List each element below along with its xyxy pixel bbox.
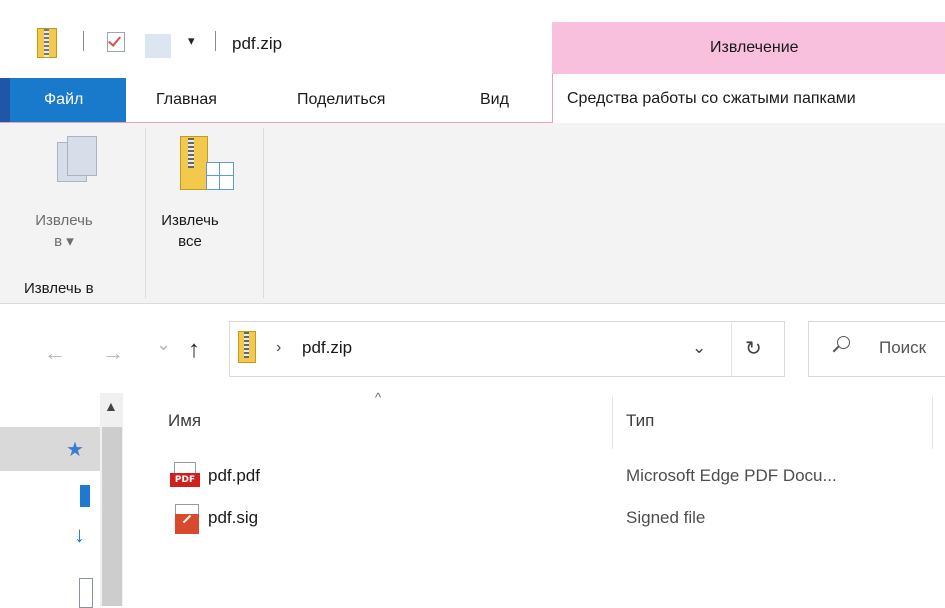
tab-home[interactable]: Главная <box>156 91 217 109</box>
star-icon: ★ <box>66 439 84 461</box>
zip-folder-icon <box>238 331 256 363</box>
scroll-up-arrow-icon[interactable]: ▲ <box>104 398 118 414</box>
search-box[interactable]: Поиск <box>808 321 945 377</box>
file-type-pdf: Microsoft Edge PDF Docu... <box>626 466 837 485</box>
ribbon-separator <box>263 128 264 298</box>
contextual-tab-header: Извлечение <box>552 22 945 74</box>
tab-view[interactable]: Вид <box>480 91 509 109</box>
file-name-sig[interactable]: pdf.sig <box>208 508 258 528</box>
downloads-icon[interactable]: ↓ <box>74 522 85 548</box>
ribbon-separator <box>145 128 146 298</box>
column-header-type[interactable]: Тип <box>626 411 654 431</box>
contextual-tab-header-label: Извлечение <box>710 39 799 56</box>
column-separator[interactable] <box>612 397 613 449</box>
extract-all-label-1: Извлечь <box>161 212 219 229</box>
breadcrumb-pdf-zip[interactable]: pdf.zip <box>302 338 352 358</box>
pdf-icon-label: PDF <box>170 473 200 487</box>
ribbon-panel <box>0 123 945 304</box>
extract-all-button[interactable]: Извлечь все <box>155 210 225 252</box>
sort-indicator-icon: ^ <box>375 390 382 405</box>
title-separator <box>215 31 216 51</box>
up-button[interactable]: ↑ <box>188 336 200 364</box>
recent-locations-button[interactable]: ⌄ <box>156 334 171 355</box>
column-header-name[interactable]: Имя <box>168 411 201 431</box>
extract-to-label-1: Извлечь <box>35 212 93 229</box>
extract-all-icon <box>180 136 236 192</box>
extract-to-label-2: в ▾ <box>54 233 74 250</box>
tab-share[interactable]: Поделиться <box>297 91 385 109</box>
window-title: pdf.zip <box>232 34 283 53</box>
extract-to-icon <box>57 136 99 188</box>
pdf-file-icon: PDF <box>170 462 200 489</box>
qat-separator <box>83 31 84 51</box>
tab-file[interactable]: Файл <box>10 78 126 122</box>
search-input[interactable]: Поиск <box>879 338 926 358</box>
file-type-sig: Signed file <box>626 508 706 527</box>
signed-file-icon <box>175 504 199 534</box>
address-separator <box>731 322 732 376</box>
extract-to-button[interactable]: Извлечь в ▾ <box>30 210 98 252</box>
desktop-icon[interactable] <box>80 485 90 507</box>
properties-icon[interactable] <box>107 32 125 52</box>
new-folder-icon[interactable] <box>145 34 171 58</box>
nav-item-quick-access[interactable] <box>0 427 100 471</box>
nav-scrollbar-thumb[interactable] <box>102 427 122 606</box>
column-separator[interactable] <box>932 397 933 449</box>
forward-button[interactable]: → <box>102 340 124 366</box>
address-dropdown-button[interactable]: ⌄ <box>692 338 706 358</box>
address-bar[interactable]: › pdf.zip ⌄ ↻ <box>229 321 785 377</box>
zip-folder-icon <box>37 28 57 58</box>
refresh-button[interactable]: ↻ <box>745 336 762 361</box>
back-button[interactable]: ← <box>44 340 66 366</box>
search-icon <box>837 336 850 349</box>
extract-all-label-2: все <box>178 233 202 250</box>
ribbon-group-label: Извлечь в <box>24 280 94 297</box>
tab-file-label: Файл <box>44 91 84 108</box>
file-name-pdf[interactable]: pdf.pdf <box>208 466 260 486</box>
documents-icon[interactable] <box>79 578 93 608</box>
breadcrumb-separator[interactable]: › <box>276 339 281 357</box>
qat-customize-button[interactable]: ▾ <box>188 33 195 49</box>
tab-compressed-folder-tools-label: Средства работы со сжатыми папками <box>567 90 856 107</box>
window-edge <box>0 78 10 122</box>
tab-compressed-folder-tools[interactable]: Средства работы со сжатыми папками <box>552 74 945 124</box>
